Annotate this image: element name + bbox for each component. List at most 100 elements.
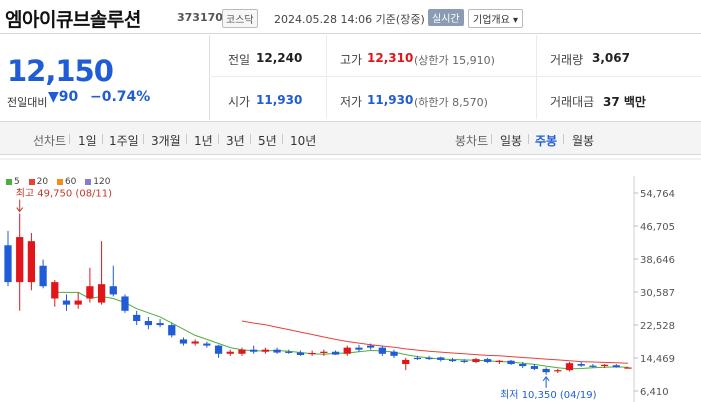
candle-body	[565, 363, 574, 371]
current-price-panel: 12,150 전일대비 ▼90 −0.74%	[0, 35, 210, 120]
separator	[528, 134, 529, 144]
ma5-line	[54, 291, 629, 370]
stat-label: 저가	[340, 95, 363, 109]
min-annotation: 최저 10,350 (04/19)	[500, 389, 596, 401]
ma20-line	[241, 320, 629, 364]
candle-body	[97, 284, 106, 303]
candle-body	[261, 349, 269, 352]
separator	[250, 134, 251, 144]
separator	[186, 134, 187, 144]
candle-body	[472, 359, 480, 362]
separator	[282, 134, 283, 144]
candle-body	[214, 345, 223, 354]
candle-body	[554, 370, 562, 372]
stock-code: 373170	[177, 11, 223, 24]
candle-body	[425, 357, 433, 360]
company-overview-button[interactable]: 기업개요 ▾	[468, 9, 523, 28]
y-tick-label: 30,587	[640, 288, 675, 299]
separator	[491, 134, 492, 144]
realtime-button[interactable]: 실시간	[428, 9, 464, 26]
candle-daily-button[interactable]: 일봉	[500, 132, 522, 149]
stat-label: 시가	[228, 95, 251, 109]
stat-trade-value: 거래대금 37 백만	[536, 77, 701, 119]
candle-body	[226, 351, 234, 354]
candle-body	[542, 368, 550, 373]
stock-header: 엠아이큐브솔루션 373170 코스닥 2024.05.28 14:06 기준(…	[0, 0, 701, 34]
stat-open: 시가 11,930	[211, 77, 326, 119]
stat-label: 고가	[340, 53, 363, 67]
candle-body	[600, 364, 609, 367]
candle-body	[402, 359, 410, 365]
stat-value: 37 백만	[603, 95, 646, 109]
period-3y-button[interactable]: 3년	[226, 132, 245, 149]
candle-body	[589, 365, 597, 367]
y-tick-label: 46,705	[640, 222, 675, 233]
candle-body	[179, 339, 188, 344]
period-10y-button[interactable]: 10년	[290, 132, 316, 149]
period-1w-button[interactable]: 1주일	[109, 132, 139, 149]
candle-body	[413, 357, 422, 360]
period-5y-button[interactable]: 5년	[258, 132, 277, 149]
candle-body	[331, 351, 340, 355]
stock-name: 엠아이큐브솔루션	[5, 9, 141, 31]
stat-high: 고가 12,310 (상한가 15,910)	[326, 35, 536, 77]
candle-body	[612, 365, 620, 368]
candle-body	[530, 366, 539, 369]
stats-row-2: 시가 11,930 저가 11,930 (하한가 8,570) 거래대금 37 …	[211, 77, 701, 119]
candle-body	[27, 241, 36, 283]
stat-value: 11,930	[256, 93, 303, 107]
price-stats: 전일 12,240 고가 12,310 (상한가 15,910) 거래량 3,0…	[211, 35, 701, 120]
candle-body	[109, 286, 117, 295]
candle-body	[308, 352, 316, 355]
stat-low: 저가 11,930 (하한가 8,570)	[326, 77, 536, 119]
candle-body	[367, 345, 375, 348]
candle-body	[144, 321, 153, 326]
change-value: ▼90	[48, 89, 79, 105]
max-annotation: 최고 49,750 (08/11)	[16, 188, 112, 200]
candle-body	[437, 357, 445, 360]
candle-weekly-button[interactable]: 주봉	[535, 132, 557, 149]
stat-label: 거래량	[550, 53, 584, 67]
line-chart-label: 선차트	[33, 134, 67, 148]
y-tick-label: 54,764	[640, 189, 675, 200]
separator	[143, 134, 144, 144]
weekly-candle-chart[interactable]: 54,764 46,705 38,646 30,587 22,528 14,469 6,41…	[0, 158, 701, 402]
candle-body	[133, 314, 141, 322]
candle-body	[343, 347, 351, 354]
candle-body	[495, 360, 503, 362]
chart-period-toolbar: 선차트 1일 1주일 3개월 1년 3년 5년 10년 봉차트 일봉 주봉 월봉	[0, 121, 701, 155]
y-tick-label: 6,410	[640, 387, 669, 398]
candle-body	[624, 367, 632, 369]
candle-body	[4, 245, 12, 283]
candle-body	[320, 351, 328, 353]
period-1d-button[interactable]: 1일	[78, 132, 97, 149]
candle-body	[156, 323, 164, 326]
stat-label: 전일	[228, 53, 251, 67]
candle-body	[51, 282, 59, 299]
candle-body	[121, 296, 129, 311]
separator	[69, 134, 70, 144]
candle-body	[448, 359, 457, 362]
candle-body	[378, 347, 386, 354]
candle-body	[62, 300, 71, 305]
candle-body	[483, 359, 492, 362]
candle-monthly-button[interactable]: 월봉	[572, 132, 594, 149]
stat-label: 거래대금	[550, 95, 595, 109]
candle-body	[460, 360, 468, 362]
candle-body	[39, 265, 47, 287]
period-3m-button[interactable]: 3개월	[151, 132, 181, 149]
stat-value: 11,930	[367, 93, 414, 107]
candle-body	[250, 349, 258, 352]
candle-body	[296, 352, 305, 356]
period-1y-button[interactable]: 1년	[194, 132, 213, 149]
separator	[218, 134, 219, 144]
separator	[102, 134, 103, 144]
stat-volume: 거래량 3,067	[536, 35, 701, 77]
candle-body	[355, 347, 363, 350]
candle-body	[285, 351, 293, 353]
candle-body	[519, 364, 527, 367]
candle-body	[191, 341, 199, 344]
y-tick-label: 38,646	[640, 255, 675, 266]
candle-body	[86, 286, 94, 299]
stat-value: 12,310	[367, 51, 414, 65]
